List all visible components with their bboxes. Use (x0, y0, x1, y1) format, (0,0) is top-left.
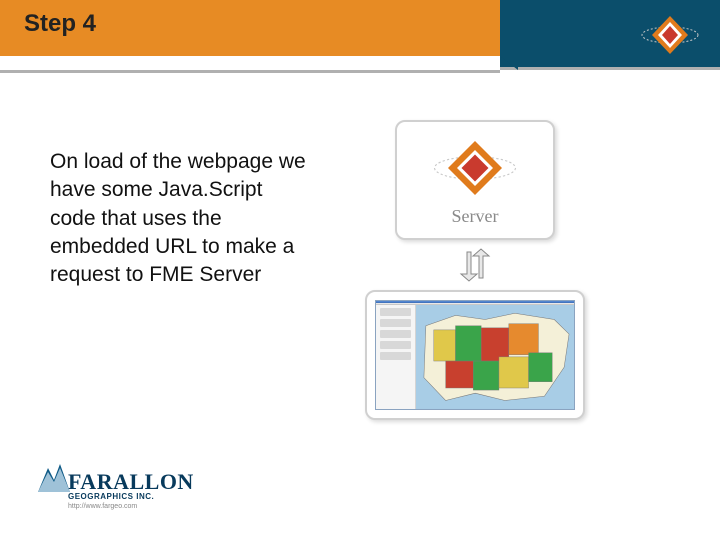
footer-url: http://www.fargeo.com (68, 503, 210, 510)
footer-brand: FARALLON (68, 472, 210, 492)
slide-body-text: On load of the webpage we have some Java… (50, 148, 310, 290)
header-rule (0, 70, 500, 73)
fme-server-logo-icon (430, 134, 520, 202)
fme-logo-icon (640, 8, 700, 62)
bidirectional-arrows-icon (360, 248, 590, 282)
slide-title: Step 4 (24, 10, 96, 38)
slide-header: Step 4 (0, 0, 720, 70)
browser-card (365, 290, 585, 420)
map-canvas-icon (416, 305, 574, 409)
server-label: Server (452, 206, 499, 227)
farallon-logo: FARALLON GEOGRAPHICS INC. http://www.far… (40, 472, 210, 510)
diagram: Server (360, 120, 590, 420)
window-sidebar (376, 305, 416, 409)
farallon-mark-icon (34, 458, 74, 498)
browser-window-icon (375, 300, 575, 410)
server-card: Server (395, 120, 555, 240)
header-notch (500, 56, 518, 70)
